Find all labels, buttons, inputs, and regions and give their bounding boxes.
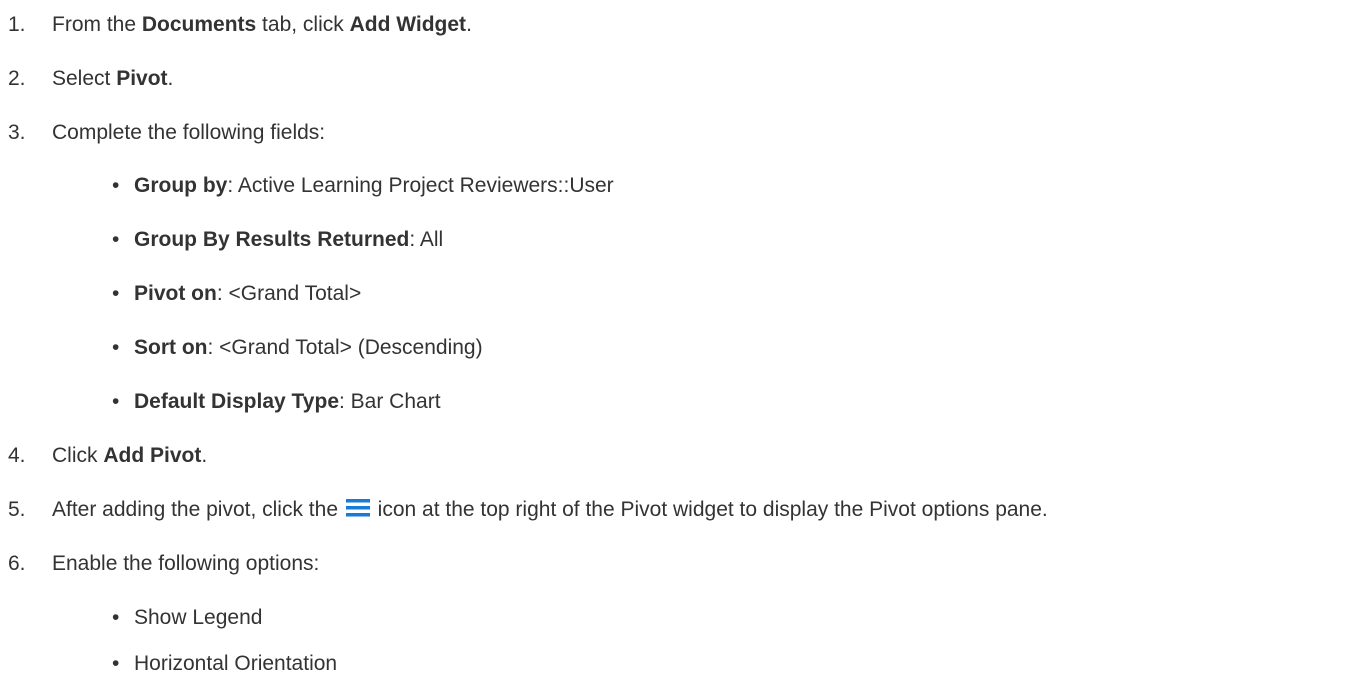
bullet: • — [112, 228, 120, 251]
menu-icon — [345, 498, 370, 517]
option-horizontal-orientation: • Horizontal Orientation — [112, 651, 337, 677]
field-group-by: • Group by: Active Learning Project Revie… — [112, 173, 614, 199]
bullet: • — [112, 282, 120, 305]
field-label: Group By Results Returned — [134, 228, 410, 251]
bullet: • — [112, 390, 120, 413]
field-label: Sort on — [134, 336, 208, 359]
step-number: 5. — [8, 498, 26, 521]
pivot-ref: Pivot — [116, 67, 168, 90]
field-value: : All — [409, 228, 444, 251]
field-value: : <Grand Total> (Descending) — [207, 336, 483, 359]
field-default-display-type: • Default Display Type: Bar Chart — [112, 389, 441, 415]
step-number: 6. — [8, 552, 26, 575]
field-value: : <Grand Total> — [216, 282, 362, 305]
step-4: 4. Click Add Pivot. — [0, 443, 207, 469]
option-label: Show Legend — [134, 606, 263, 629]
option-show-legend: • Show Legend — [112, 605, 262, 631]
add-widget-ref: Add Widget — [349, 13, 467, 36]
field-value: : Active Learning Project Reviewers::Use… — [227, 174, 614, 197]
field-label: Pivot on — [134, 282, 217, 305]
step-5: 5. After adding the pivot, click the icon… — [0, 497, 1048, 523]
field-value: : Bar Chart — [339, 390, 441, 413]
field-group-by-results: • Group By Results Returned: All — [112, 227, 443, 253]
field-pivot-on: • Pivot on: <Grand Total> — [112, 281, 361, 307]
step-number: 2. — [8, 67, 26, 90]
option-label: Horizontal Orientation — [134, 652, 338, 675]
documents-tab-ref: Documents — [141, 13, 257, 36]
step-6: 6. Enable the following options: — [0, 551, 319, 577]
field-label: Default Display Type — [134, 390, 339, 413]
field-sort-on: • Sort on: <Grand Total> (Descending) — [112, 335, 483, 361]
step-1: 1. From the Documents tab, click Add Widg… — [0, 12, 472, 38]
bullet: • — [112, 174, 120, 197]
add-pivot-ref: Add Pivot — [103, 444, 202, 467]
step-3: 3. Complete the following fields: — [0, 120, 325, 146]
field-label: Group by — [134, 174, 228, 197]
step-number: 3. — [8, 121, 26, 144]
bullet: • — [112, 606, 120, 629]
bullet: • — [112, 652, 120, 675]
step-number: 4. — [8, 444, 26, 467]
step-2: 2. Select Pivot. — [0, 66, 173, 92]
bullet: • — [112, 336, 120, 359]
step-number: 1. — [8, 13, 26, 36]
instructions-document: 1. From the Documents tab, click Add Widg… — [0, 0, 1345, 679]
